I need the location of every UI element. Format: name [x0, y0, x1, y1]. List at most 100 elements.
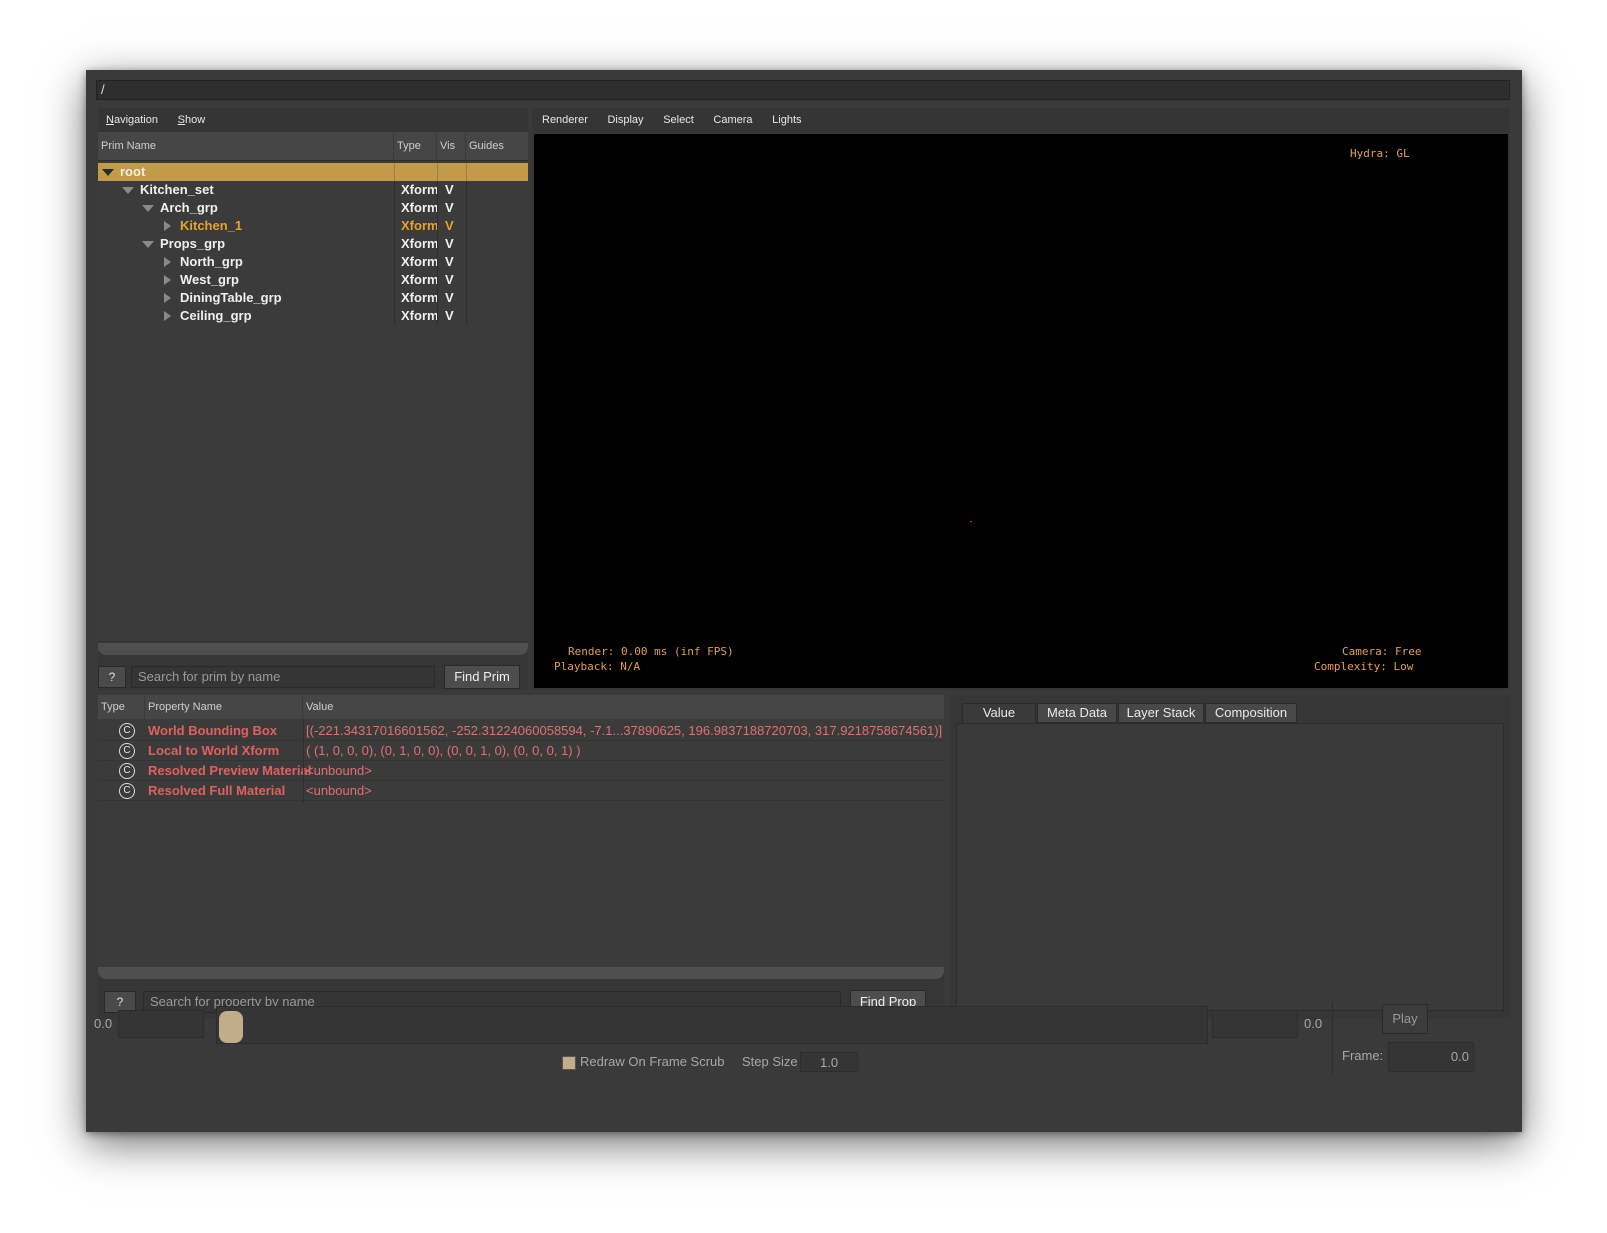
prim-vis[interactable]: V [445, 199, 454, 217]
prim-tree-header: Prim Name Type Vis Guides [98, 132, 528, 161]
prim-name: Kitchen_set [140, 182, 214, 197]
hud-complexity: Complexity: Low [1314, 660, 1414, 673]
tree-row-kitchen-1[interactable]: Kitchen_1 Xform V [98, 217, 528, 235]
property-scrollbar[interactable] [98, 967, 944, 979]
collapse-arrow-icon[interactable] [122, 187, 134, 194]
prim-tree-body: root Kitchen_set Xform V Arch_grp Xform … [98, 161, 528, 641]
prim-type: Xform [401, 236, 439, 251]
prim-vis[interactable]: V [445, 307, 454, 325]
menu-lights[interactable]: Lights [764, 108, 809, 128]
column-prim-name[interactable]: Prim Name [98, 132, 394, 160]
3d-viewport[interactable]: Hydra: GL Render: 0.00 ms (inf FPS) Play… [534, 134, 1508, 688]
tree-row-arch-grp[interactable]: Arch_grp Xform V [98, 199, 528, 217]
viewport-origin-marker [970, 521, 972, 522]
tree-row-west-grp[interactable]: West_grp Xform V [98, 271, 528, 289]
column-prop-name[interactable]: Property Name [145, 695, 303, 719]
prim-type: Xform [401, 218, 439, 233]
prim-type: Xform [401, 272, 439, 287]
step-size-label: Step Size [742, 1054, 798, 1069]
column-prop-type[interactable]: Type [98, 695, 145, 719]
property-name: Local to World Xform [148, 743, 280, 758]
menu-renderer[interactable]: Renderer [532, 108, 596, 128]
column-prop-value[interactable]: Value [303, 695, 944, 719]
play-button[interactable]: Play [1382, 1004, 1428, 1034]
prim-name: Arch_grp [160, 200, 218, 215]
property-list: C World Bounding Box [(-221.343170166015… [98, 719, 944, 967]
menu-camera[interactable]: Camera [705, 108, 760, 128]
prim-type: Xform [401, 290, 439, 305]
hud-render-time: Render: 0.00 ms (inf FPS) [568, 645, 734, 658]
redraw-label: Redraw On Frame Scrub [580, 1054, 725, 1069]
property-header: Type Property Name Value [98, 695, 944, 719]
menu-navigation[interactable]: Navigation [98, 108, 166, 128]
tab-value[interactable]: Value [962, 703, 1036, 723]
property-row[interactable]: C World Bounding Box [(-221.343170166015… [98, 721, 944, 741]
expand-arrow-icon[interactable] [164, 311, 171, 321]
tree-row-root[interactable]: root [98, 163, 528, 181]
tree-row-north-grp[interactable]: North_grp Xform V [98, 253, 528, 271]
prim-vis[interactable]: V [445, 289, 454, 307]
prim-vis[interactable]: V [445, 181, 454, 199]
property-row[interactable]: C Resolved Full Material <unbound> [98, 781, 944, 801]
redraw-checkbox[interactable] [562, 1056, 576, 1070]
column-vis[interactable]: Vis [437, 132, 466, 160]
property-value: ( (1, 0, 0, 0), (0, 1, 0, 0), (0, 0, 1, … [306, 743, 581, 758]
prim-tree-pane: Navigation Show Prim Name Type Vis Guide… [98, 108, 528, 690]
computed-property-icon: C [119, 743, 135, 759]
timeline-start-label: 0.0 [94, 1016, 113, 1031]
timeline-end-field[interactable] [1212, 1010, 1298, 1038]
prim-vis[interactable]: V [445, 253, 454, 271]
frame-value: 0.0 [1450, 1049, 1469, 1064]
prim-path-bar[interactable]: / [96, 80, 1510, 100]
expand-arrow-icon[interactable] [164, 293, 171, 303]
prim-tree-scrollbar[interactable] [98, 643, 528, 655]
find-prim-button[interactable]: Find Prim [444, 665, 520, 689]
frame-field[interactable]: 0.0 [1388, 1042, 1474, 1072]
step-size-field[interactable]: 1.0 [800, 1052, 858, 1072]
timeline-start-field[interactable] [118, 1010, 204, 1038]
inspector-content [956, 723, 1504, 1011]
prim-name: DiningTable_grp [180, 290, 282, 305]
prim-vis[interactable]: V [445, 235, 454, 253]
property-row[interactable]: C Resolved Preview Material <unbound> [98, 761, 944, 781]
collapse-arrow-icon[interactable] [102, 169, 114, 176]
collapse-arrow-icon[interactable] [142, 241, 154, 248]
prim-tree-menubar: Navigation Show [98, 108, 528, 132]
tree-row-diningtable-grp[interactable]: DiningTable_grp Xform V [98, 289, 528, 307]
prim-search-input[interactable]: Search for prim by name [131, 666, 435, 688]
frame-slider-handle[interactable] [219, 1011, 243, 1043]
prim-type: Xform [401, 308, 439, 323]
property-value: <unbound> [306, 783, 372, 798]
frame-slider[interactable] [216, 1006, 1208, 1044]
tab-layer-stack[interactable]: Layer Stack [1118, 703, 1204, 723]
computed-property-icon: C [119, 783, 135, 799]
menu-display[interactable]: Display [599, 108, 651, 128]
tree-row-kitchen-set[interactable]: Kitchen_set Xform V [98, 181, 528, 199]
viewport-menubar: Renderer Display Select Camera Lights [532, 108, 1510, 132]
prim-type: Xform [401, 182, 439, 197]
collapse-arrow-icon[interactable] [142, 205, 154, 212]
expand-arrow-icon[interactable] [164, 221, 171, 231]
prim-name: Ceiling_grp [180, 308, 252, 323]
tree-row-ceiling-grp[interactable]: Ceiling_grp Xform V [98, 307, 528, 325]
timeline-end-label: 0.0 [1304, 1016, 1323, 1031]
usdview-window: / Navigation Show Prim Name Type Vis Gui… [86, 70, 1522, 1132]
tab-composition[interactable]: Composition [1205, 703, 1297, 723]
property-name: Resolved Full Material [148, 783, 286, 798]
expand-arrow-icon[interactable] [164, 275, 171, 285]
prim-search-row: ? Search for prim by name Find Prim [98, 664, 528, 690]
tab-meta-data[interactable]: Meta Data [1037, 703, 1117, 723]
tree-row-props-grp[interactable]: Props_grp Xform V [98, 235, 528, 253]
prim-vis[interactable]: V [445, 271, 454, 289]
expand-arrow-icon[interactable] [164, 257, 171, 267]
prim-search-help-button[interactable]: ? [98, 666, 126, 688]
menu-select[interactable]: Select [655, 108, 702, 128]
property-row[interactable]: C Local to World Xform ( (1, 0, 0, 0), (… [98, 741, 944, 761]
column-type[interactable]: Type [394, 132, 437, 160]
timeline-separator [1332, 1002, 1333, 1074]
menu-show[interactable]: Show [170, 108, 214, 128]
property-name: Resolved Preview Material [148, 763, 312, 778]
prim-vis[interactable]: V [445, 217, 454, 235]
property-value: [(-221.34317016601562, -252.312240600585… [306, 723, 943, 738]
column-guides[interactable]: Guides [466, 132, 528, 160]
